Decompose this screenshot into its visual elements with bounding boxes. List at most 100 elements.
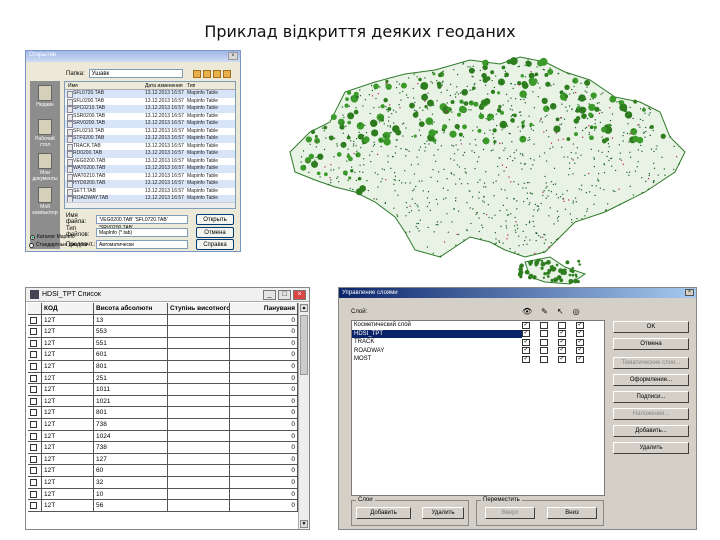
column-header[interactable]: Пануваня [230, 303, 298, 314]
overlay-button[interactable]: Наложения... [613, 408, 689, 420]
layer-checkbox[interactable]: ✓ [522, 347, 530, 355]
file-row[interactable]: WAT0200.TAB 13.12.2013 16:57 Mapinfo Table [65, 165, 235, 173]
table-row[interactable]: 12T 738 0 [28, 442, 298, 454]
row-select-checkbox[interactable] [30, 339, 37, 347]
horizontal-scrollbar[interactable] [65, 202, 235, 208]
vertical-scrollbar[interactable]: ▲ ▼ [298, 303, 309, 529]
layer-checkbox[interactable]: ✓ [558, 338, 566, 346]
filetype-select[interactable]: MapInfo (*.tab) [96, 227, 188, 237]
row-select-checkbox[interactable] [30, 502, 37, 510]
layer-checkbox[interactable] [540, 347, 548, 355]
place-documents[interactable]: Мои документы [30, 149, 60, 183]
table-row[interactable]: 12T 127 0 [28, 453, 298, 466]
layer-checkbox[interactable]: ✓ [522, 321, 530, 329]
layer-checkbox[interactable]: ✓ [576, 321, 584, 329]
column-header[interactable]: Дата изменения [145, 82, 187, 89]
layer-checkbox[interactable]: ✓ [576, 330, 584, 338]
radio-standard[interactable]: Стандартные диалоги [29, 241, 87, 249]
view-menu-icon[interactable] [222, 69, 231, 78]
table-row[interactable]: 12T 1011 0 [28, 384, 298, 396]
file-row[interactable]: VEG0200.TAB 13.12.2013 16:57 Mapinfo Table [65, 158, 235, 165]
layer-checkbox[interactable] [540, 355, 548, 363]
layer-checkbox[interactable]: ✓ [558, 330, 566, 338]
scroll-down-icon[interactable]: ▼ [300, 520, 308, 528]
labels-button[interactable]: Подписи... [613, 391, 689, 403]
table-row[interactable]: 12T 553 0 [28, 326, 298, 338]
row-select-checkbox[interactable] [30, 432, 37, 440]
move-up-button[interactable]: Вверх [485, 507, 535, 519]
layer-checkbox[interactable]: ✓ [576, 347, 584, 355]
layer-checkbox[interactable]: ✓ [522, 338, 530, 346]
scroll-thumb[interactable] [300, 315, 308, 375]
table-row[interactable]: 12T 801 0 [28, 407, 298, 419]
row-select-checkbox[interactable] [30, 467, 37, 475]
file-row[interactable]: SSR0200.TAB 13.12.2013 16:57 Mapinfo Table [65, 113, 235, 120]
cancel-button[interactable]: Отмена [196, 226, 234, 238]
delete-layer-button[interactable]: Удалить [422, 507, 464, 519]
place-desktop[interactable]: Рабочий стол [30, 115, 60, 149]
table-row[interactable]: 12T 738 0 [28, 418, 298, 431]
layer-checkbox[interactable]: ✓ [558, 355, 566, 363]
place-recent[interactable]: Недавн [30, 81, 60, 115]
row-select-checkbox[interactable] [30, 490, 37, 498]
file-row[interactable]: SFL0200.TAB 13.12.2013 16:57 Mapinfo Table [65, 98, 235, 105]
file-row[interactable]: SPC0210.TAB 13.12.2013 16:57 Mapinfo Table [65, 105, 235, 113]
row-select-checkbox[interactable] [30, 409, 37, 417]
column-header[interactable]: Висота абсолютн [94, 303, 168, 314]
move-down-button[interactable]: Вниз [547, 507, 597, 519]
close-icon[interactable]: × [293, 289, 306, 300]
column-header[interactable]: КОД [42, 303, 94, 314]
up-folder-icon[interactable] [202, 69, 211, 78]
row-select-checkbox[interactable] [30, 386, 37, 394]
column-header[interactable]: Тип [187, 82, 227, 89]
new-folder-icon[interactable] [212, 69, 221, 78]
table-row[interactable]: 12T 251 0 [28, 372, 298, 385]
layer-checkbox[interactable] [540, 321, 548, 329]
table-row[interactable]: 12T 56 0 [28, 500, 298, 512]
layer-checkbox[interactable] [558, 321, 566, 329]
layer-checkbox[interactable]: ✓ [576, 355, 584, 363]
look-in-select[interactable]: Ушавк [88, 69, 183, 78]
column-header[interactable]: Имя [65, 82, 145, 89]
layer-checkbox[interactable]: ✓ [522, 330, 530, 338]
layer-checkbox[interactable]: ✓ [576, 338, 584, 346]
filename-input[interactable]: 'VEG0200.TAB' 'SFL0720.TAB' 'SRV0200.TAB… [96, 214, 188, 231]
layer-checkbox[interactable]: ✓ [558, 347, 566, 355]
file-row[interactable]: STF0200.TAB 13.12.2013 16:57 Mapinfo Table [65, 135, 235, 143]
ok-button[interactable]: OK [613, 321, 689, 333]
help-button[interactable]: Справка [196, 239, 234, 250]
row-select-checkbox[interactable] [30, 351, 37, 359]
add-layer-button[interactable]: Добавить [356, 507, 411, 519]
layer-row[interactable]: MOST ✓ ✓ ✓ [352, 355, 604, 364]
file-row[interactable]: SFL0210.TAB 13.12.2013 16:57 Mapinfo Table [65, 128, 235, 135]
row-select-checkbox[interactable] [30, 316, 37, 324]
layer-checkbox[interactable] [540, 338, 548, 346]
file-row[interactable]: SRV0200.TAB 13.12.2013 16:57 Mapinfo Table [65, 120, 235, 128]
ukraine-map[interactable] [255, 52, 695, 287]
row-select-checkbox[interactable] [30, 374, 37, 382]
table-row[interactable]: 12T 10 0 [28, 488, 298, 501]
row-select-checkbox[interactable] [30, 362, 37, 370]
table-row[interactable]: 12T 1021 0 [28, 395, 298, 408]
remove-button[interactable]: Удалить [613, 442, 689, 454]
table-row[interactable]: 12T 32 0 [28, 476, 298, 489]
scroll-up-icon[interactable]: ▲ [300, 304, 308, 312]
column-header[interactable]: Ступінь висотного [168, 303, 230, 314]
display-button[interactable]: Оформление... [613, 374, 689, 386]
table-row[interactable]: 12T 13 0 [28, 314, 298, 327]
table-row[interactable]: 12T 1024 0 [28, 430, 298, 443]
place-computer[interactable]: Мой компьютер [30, 183, 60, 217]
file-row[interactable]: WAT0210.TAB 13.12.2013 16:57 Mapinfo Table [65, 173, 235, 180]
layer-row[interactable]: TRACK ✓ ✓ ✓ [352, 338, 604, 347]
row-select-checkbox[interactable] [30, 478, 37, 486]
radio-catalog[interactable]: Каталог MapInfo [30, 233, 75, 241]
file-row[interactable]: HYD0200.TAB 13.12.2013 16:57 Mapinfo Table [65, 180, 235, 188]
maximize-icon[interactable]: □ [278, 289, 291, 300]
thematic-layers-button[interactable]: Тематические слои... [613, 357, 689, 369]
row-select-checkbox[interactable] [30, 420, 37, 428]
table-row[interactable]: 12T 801 0 [28, 360, 298, 373]
row-select-checkbox[interactable] [30, 397, 37, 405]
cancel-button[interactable]: Отмена [613, 338, 689, 350]
file-row[interactable]: SFL0720.TAB 13.12.2013 16:57 Mapinfo Table [65, 90, 235, 98]
layer-checkbox[interactable]: ✓ [522, 355, 530, 363]
